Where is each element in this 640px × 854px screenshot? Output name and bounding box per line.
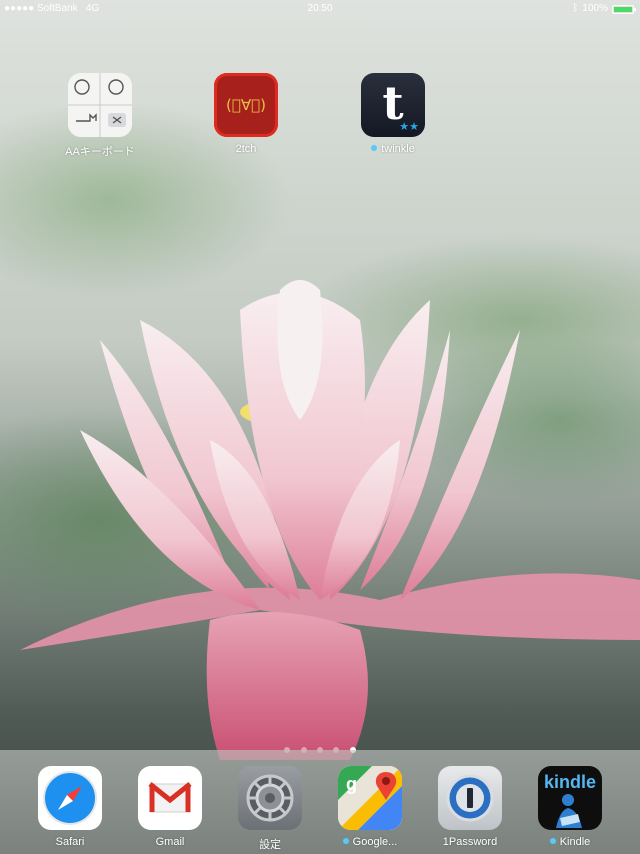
new-app-dot <box>342 838 349 844</box>
app-2tch[interactable]: (ﾟ∀ﾟ) 2tch <box>196 73 296 155</box>
app-label: 設定 <box>259 839 281 851</box>
dock: Safari Gmail 設定 g Google... 1Password ki… <box>0 750 640 854</box>
dock-app-1password[interactable]: 1Password <box>420 766 520 848</box>
battery-percent: 100% <box>582 3 608 14</box>
2tch-face-glyph: (ﾟ∀ﾟ) <box>226 96 266 114</box>
twinkle-icon: t ★★ <box>361 73 425 137</box>
2tch-icon: (ﾟ∀ﾟ) <box>214 73 278 137</box>
star-icon: ★★ <box>399 121 419 133</box>
bluetooth-icon: ᛒ <box>572 3 579 14</box>
dock-app-gmail[interactable]: Gmail <box>120 766 220 848</box>
dock-app-kindle[interactable]: kindle Kindle <box>520 766 620 848</box>
aa-keyboard-icon <box>68 73 132 137</box>
dock-app-google-maps[interactable]: g Google... <box>320 766 420 848</box>
app-label: Google... <box>352 836 398 848</box>
status-bar: ●●●●● SoftBank 4G 20:50 ᛒ 100% <box>0 0 640 18</box>
dock-app-settings[interactable]: 設定 <box>220 766 320 852</box>
google-maps-icon: g <box>338 766 402 830</box>
app-label-row: Kindle <box>520 836 620 848</box>
battery-level-fill <box>614 6 632 12</box>
battery-icon <box>612 4 636 14</box>
settings-icon <box>238 766 302 830</box>
app-label: AAキーボード <box>65 146 135 158</box>
app-label-row: Google... <box>320 836 420 848</box>
app-label-row: twinkle <box>343 143 443 155</box>
battery-area: ᛒ 100% <box>572 0 636 18</box>
app-label: Gmail <box>155 836 185 848</box>
app-aa-keyboard[interactable]: AAキーボード <box>50 73 150 159</box>
safari-icon <box>38 766 102 830</box>
app-label: 1Password <box>442 836 498 848</box>
dock-app-safari[interactable]: Safari <box>20 766 120 848</box>
kindle-wordmark: kindle <box>543 772 596 792</box>
app-label: 2tch <box>235 143 257 155</box>
clock: 20:50 <box>307 3 333 14</box>
app-label: Kindle <box>559 836 591 848</box>
new-app-dot <box>549 838 556 844</box>
kindle-icon: kindle <box>538 766 602 830</box>
app-label: Safari <box>55 836 85 848</box>
onepassword-icon <box>438 766 502 830</box>
gmail-icon <box>138 766 202 830</box>
svg-text:g: g <box>346 774 357 794</box>
app-twinkle[interactable]: t ★★ twinkle <box>343 73 443 155</box>
app-label: twinkle <box>381 143 415 155</box>
new-app-dot <box>371 145 378 151</box>
